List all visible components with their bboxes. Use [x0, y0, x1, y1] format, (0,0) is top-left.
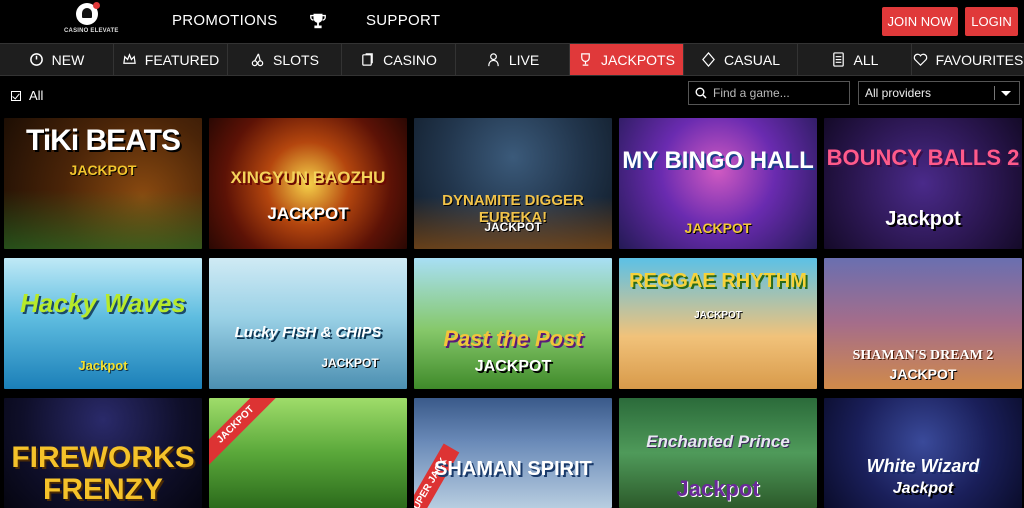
tab-label: SLOTS	[273, 51, 319, 68]
tab-label: ALL	[853, 51, 879, 68]
category-nav: NEW FEATURED SLOTS CASINO LIVE JACKPOTS …	[0, 43, 1024, 76]
heart-icon	[913, 53, 927, 66]
promotions-link[interactable]: PROMOTIONS	[172, 12, 278, 29]
support-link[interactable]: SUPPORT	[366, 12, 440, 29]
select-divider	[994, 86, 995, 100]
game-title: SHAMAN'S DREAM 2	[852, 348, 994, 363]
tab-label: JACKPOTS	[601, 51, 675, 68]
game-title: XINGYUN BAOZHU	[230, 168, 386, 187]
join-now-button[interactable]: JOIN NOW	[882, 7, 958, 36]
game-jackpot: JACKPOT	[484, 220, 542, 234]
game-tile[interactable]: White Wizard Jackpot	[824, 398, 1022, 508]
game-tile[interactable]: Enchanted Prince Jackpot	[619, 398, 817, 508]
game-tile[interactable]: Past the Post JACKPOT	[414, 258, 612, 389]
brand-name: CASINO ELEVATE	[64, 28, 119, 34]
game-jackpot: Jackpot	[885, 208, 961, 230]
provider-selected-value: All providers	[865, 86, 932, 100]
game-tile[interactable]: Lucky FISH & CHIPS JACKPOT	[209, 258, 407, 389]
game-jackpot: Jackpot	[676, 476, 760, 501]
tab-label: FAVOURITES	[935, 51, 1024, 68]
new-icon	[29, 53, 43, 66]
tab-casual[interactable]: CASUAL	[684, 44, 798, 75]
trophy-icon[interactable]	[309, 12, 327, 30]
brand-logo[interactable]: CASINO ELEVATE	[64, 2, 119, 41]
game-jackpot: JACKPOT	[694, 310, 742, 321]
tab-slots[interactable]: SLOTS	[228, 44, 342, 75]
tab-label: CASINO	[383, 51, 437, 68]
tab-label: NEW	[51, 51, 85, 68]
crown-icon	[122, 53, 136, 64]
all-filter-label: All	[29, 88, 44, 103]
game-jackpot: JACKPOT	[69, 162, 137, 178]
list-icon	[832, 52, 844, 67]
game-title: BOUNCY BALLS 2	[826, 145, 1020, 170]
game-title: TiKi BEATS	[26, 124, 181, 157]
tab-favourites[interactable]: FAVOURITES	[912, 44, 1024, 75]
game-jackpot: JACKPOT	[889, 366, 957, 382]
game-tile[interactable]: DYNAMITE DIGGER EUREKA! JACKPOT	[414, 118, 612, 249]
game-title: White Wizard	[866, 456, 980, 476]
checkbox-icon[interactable]	[11, 90, 21, 101]
tab-casino[interactable]: CASINO	[342, 44, 456, 75]
chevron-down-icon[interactable]	[1001, 91, 1011, 96]
tab-all[interactable]: ALL	[798, 44, 912, 75]
tab-featured[interactable]: FEATURED	[114, 44, 228, 75]
game-tile[interactable]: TiKi BEATS JACKPOT	[4, 118, 202, 249]
search-input[interactable]	[713, 86, 843, 100]
logo-mark-icon	[76, 2, 100, 25]
game-tile[interactable]: Hacky Waves Jackpot	[4, 258, 202, 389]
tab-label: FEATURED	[144, 51, 220, 68]
diamond-icon	[702, 52, 715, 67]
trophy-icon	[581, 53, 590, 66]
login-button[interactable]: LOGIN	[965, 7, 1018, 36]
game-tile[interactable]: MY BINGO HALL JACKPOT	[619, 118, 817, 249]
game-jackpot: Jackpot	[78, 358, 128, 373]
game-tile[interactable]: SHAMAN'S DREAM 2 JACKPOT	[824, 258, 1022, 389]
game-title: FIREWORKS FRENZY	[11, 441, 195, 506]
tab-live[interactable]: LIVE	[456, 44, 570, 75]
game-tile[interactable]: XINGYUN BAOZHU JACKPOT	[209, 118, 407, 249]
tab-new[interactable]: NEW	[0, 44, 114, 75]
top-header: CASINO ELEVATE PROMOTIONS SUPPORT JOIN N…	[0, 0, 1024, 43]
search-icon	[695, 87, 707, 99]
game-title: REGGAE RHYTHM	[629, 270, 807, 292]
game-jackpot: JACKPOT	[684, 220, 752, 236]
game-jackpot: JACKPOT	[267, 204, 349, 223]
game-jackpot: Jackpot	[892, 480, 954, 497]
cherries-icon	[251, 53, 264, 67]
tab-label: CASUAL	[723, 51, 781, 68]
search-box[interactable]	[688, 81, 850, 105]
game-title: Lucky FISH & CHIPS	[234, 324, 382, 341]
game-title: Past the Post	[443, 326, 583, 351]
game-tile[interactable]: JACKPOT	[209, 398, 407, 508]
game-jackpot: JACKPOT	[321, 356, 379, 370]
game-title: MY BINGO HALL	[622, 147, 814, 174]
game-title: Enchanted Prince	[646, 432, 790, 451]
tab-label: LIVE	[508, 51, 540, 68]
all-filter[interactable]: All	[11, 88, 43, 103]
game-tile[interactable]: SUPER JACK SHAMAN SPIRIT	[414, 398, 612, 508]
game-tile[interactable]: FIREWORKS FRENZY	[4, 398, 202, 508]
cards-icon	[362, 53, 373, 66]
game-title: Hacky Waves	[20, 288, 186, 318]
game-tile[interactable]: REGGAE RHYTHM JACKPOT	[619, 258, 817, 389]
game-tile[interactable]: BOUNCY BALLS 2 Jackpot	[824, 118, 1022, 249]
game-jackpot: JACKPOT	[474, 358, 552, 375]
dealer-icon	[488, 53, 499, 67]
tab-jackpots[interactable]: JACKPOTS	[570, 44, 684, 75]
game-title: SHAMAN SPIRIT	[434, 458, 592, 480]
provider-select[interactable]: All providers	[858, 81, 1020, 105]
